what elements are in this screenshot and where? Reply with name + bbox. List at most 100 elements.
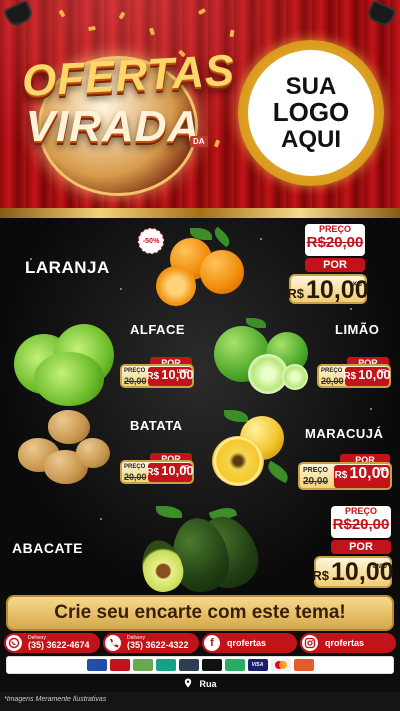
logo-text-line-1: SUA [285, 73, 337, 101]
alface-currency: R$ [146, 371, 160, 382]
phone-text: Delivery (35) 3622-4322 [123, 636, 197, 650]
abacate-por-label: POR [331, 540, 391, 554]
sparkle [370, 408, 372, 410]
limao-currency: R$ [343, 371, 357, 382]
facebook-handle: qrofertas [227, 638, 267, 648]
whatsapp-icon [4, 633, 24, 653]
ofertas-badge: OFERTAS VIRADA DA [20, 38, 237, 203]
product-name-abacate: ABACATE [12, 540, 83, 556]
product-name-limao: LIMÃO [335, 322, 380, 337]
payment-card-icon [109, 659, 130, 671]
maracuja-unit: KG [379, 467, 388, 473]
sparkle [350, 308, 352, 310]
payment-card-icon [224, 659, 245, 671]
phone-number: (35) 3622-4322 [127, 640, 189, 650]
confetti [148, 27, 156, 36]
maracuja-old-price: 20,00 [303, 476, 329, 487]
logo-text-line-2: LOGO [272, 97, 350, 128]
product-name-alface: ALFACE [130, 322, 185, 337]
potato-image [14, 410, 114, 490]
sparkle [100, 518, 102, 520]
maracuja-preco-label: PREÇO [303, 467, 328, 474]
payment-card-icon [178, 659, 199, 671]
whatsapp-text: Delivery (35) 3622-4674 [24, 636, 98, 650]
orange-half [156, 266, 196, 306]
laranja-price: 10,00 [306, 276, 369, 304]
abacate-old-price-box: PREÇO R$20,00 [331, 506, 391, 538]
spotlight-right-icon [364, 0, 398, 29]
leaf [156, 506, 182, 518]
discount-badge: -50% [138, 228, 164, 254]
alface-price-tag: R$ 10,00 UNID [146, 367, 194, 386]
abacate-unit: UNID [372, 564, 387, 570]
facebook-icon: f [202, 633, 222, 653]
maracuja-price-tag: R$ 10,00 KG [334, 465, 390, 488]
payment-mastercard-icon [270, 659, 291, 671]
batata-price-tag: R$ 10,00 KG [146, 463, 194, 482]
maracuja-price-box: PREÇO 20,00 R$ 10,00 KG [298, 462, 392, 490]
gold-glitter-divider [0, 208, 400, 218]
logo-placeholder: SUA LOGO AQUI [238, 40, 384, 186]
abacate-old-price: R$20,00 [332, 516, 390, 533]
avocado-image [136, 503, 266, 594]
header-curtain: OFERTAS VIRADA DA SUA LOGO AQUI [0, 0, 400, 212]
payment-pix-icon [155, 659, 176, 671]
abacate-currency: R$ [312, 568, 330, 583]
instagram-handle: qrofertas [325, 638, 365, 648]
products-area: LARANJA -50% PREÇO R$20,00 POR R$ 10,00 … [0, 218, 400, 594]
passion-fruit-half [212, 436, 264, 486]
map-pin-icon [183, 678, 193, 690]
laranja-por-label: POR [305, 258, 365, 272]
limao-unit: KG [378, 369, 387, 375]
limao-price-box: PREÇO 20,00 R$ 10,00 KG [317, 364, 391, 388]
maracuja-currency: R$ [334, 470, 348, 481]
payment-visa-icon: VISA [247, 659, 268, 671]
logo-text-line-3: AQUI [281, 125, 341, 153]
confetti [88, 25, 96, 32]
batata-currency: R$ [146, 467, 160, 478]
whatsapp-contact[interactable]: Delivery (35) 3622-4674 [4, 633, 100, 653]
lettuce-image [14, 320, 124, 406]
payment-cash-icon [132, 659, 153, 671]
sparkle [120, 288, 122, 290]
phone-contact[interactable]: Delivery (35) 3622-4322 [103, 633, 199, 653]
product-name-maracuja: MARACUJÁ [305, 426, 384, 441]
facebook-contact[interactable]: f qrofertas [202, 633, 297, 653]
confetti [197, 8, 207, 15]
alface-price-box: PREÇO 20,00 R$ 10,00 UNID [120, 364, 194, 388]
product-name-laranja: LARANJA [25, 258, 110, 277]
alface-unit: UNID [176, 369, 189, 375]
instagram-contact[interactable]: qrofertas [300, 633, 396, 653]
instagram-icon [300, 633, 320, 653]
address-line: Rua [0, 676, 400, 692]
sparkle [260, 238, 262, 240]
abacate-price-tag: R$ 10,00 UNID [312, 556, 394, 588]
cta-banner[interactable]: Crie seu encarte com este tema! [6, 595, 394, 631]
leaf [264, 460, 292, 484]
laranja-unit: KG [353, 282, 362, 288]
laranja-old-price-box: PREÇO R$20,00 [305, 224, 365, 256]
laranja-price-tag: R$ 10,00 KG [287, 274, 369, 304]
badge-title-line-2: VIRADA [25, 102, 201, 151]
limao-preco-label: PREÇO [321, 368, 343, 374]
lime-slice [282, 364, 308, 390]
abacate-price: 10,00 [331, 558, 394, 586]
contacts-bar: Delivery (35) 3622-4674 Delivery (35) 36… [0, 632, 400, 654]
payment-card-icon [201, 659, 222, 671]
leaf [224, 410, 248, 422]
confetti [58, 9, 66, 18]
lettuce-leaf [34, 352, 104, 406]
batata-old-price: 20,00 [124, 472, 147, 482]
whatsapp-number: (35) 3622-4674 [28, 640, 90, 650]
badge-title-line-1: OFERTAS [20, 45, 237, 106]
orange-whole [200, 250, 244, 294]
product-name-batata: BATATA [130, 418, 183, 433]
batata-preco-label: PREÇO [124, 464, 146, 470]
lime-image [212, 318, 312, 398]
flyer-page: OFERTAS VIRADA DA SUA LOGO AQUI LARANJA [0, 0, 400, 711]
logo-inner-circle: SUA LOGO AQUI [248, 50, 374, 176]
payment-card-icon [86, 659, 107, 671]
address-text: Rua [199, 679, 217, 689]
batata-unit: KG [181, 465, 190, 471]
confetti [118, 11, 126, 20]
